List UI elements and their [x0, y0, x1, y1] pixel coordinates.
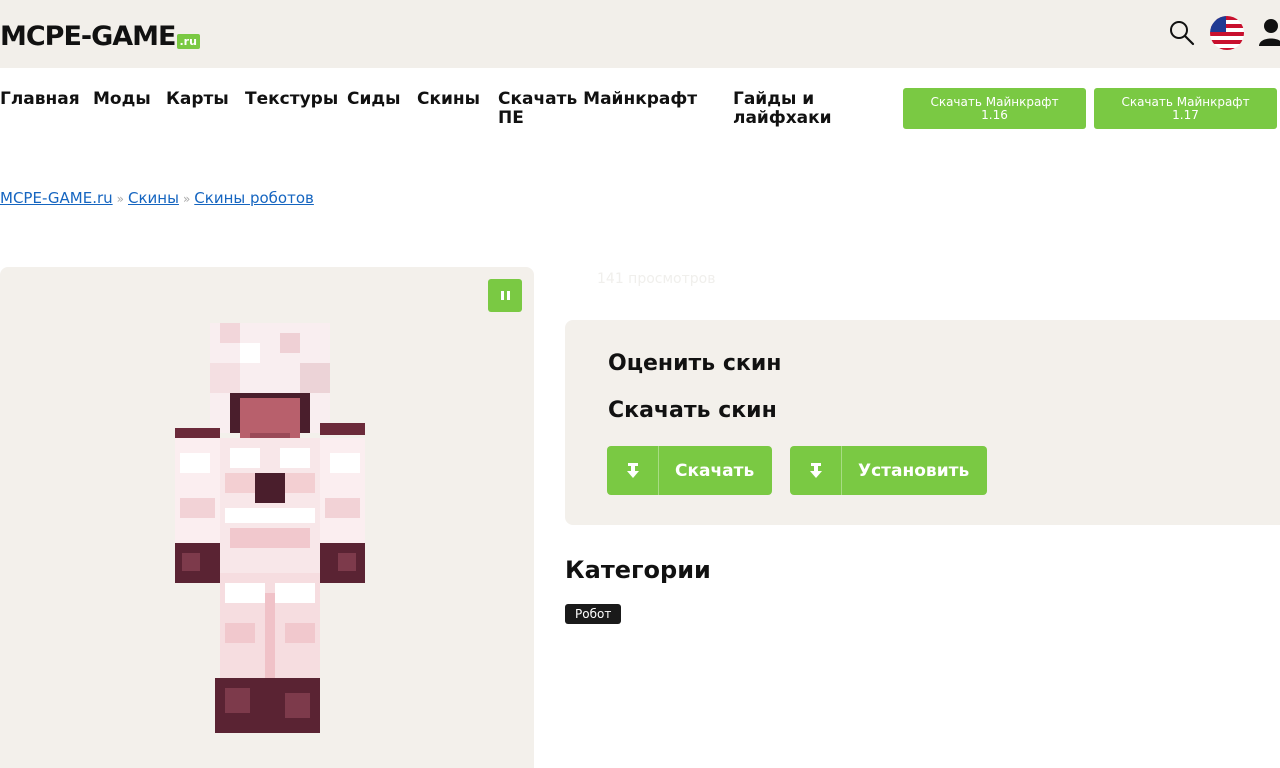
logo-suffix: .ru	[176, 34, 200, 49]
download-icon	[607, 446, 659, 495]
nav-item-skins[interactable]: Скины	[417, 90, 480, 109]
nav-item-mods[interactable]: Моды	[93, 90, 151, 109]
download-button[interactable]: Скачать	[607, 446, 773, 495]
breadcrumb: MCPE-GAME.ru» Скины» Скины роботов	[0, 189, 314, 207]
skin-preview[interactable]	[0, 267, 534, 768]
button-label: Скачать Майнкрафт	[1121, 94, 1250, 109]
rate-skin-title: Оценить скин	[608, 351, 782, 376]
header: MCPE-GAME .ru	[0, 0, 1280, 68]
download-button-label: Скачать	[675, 460, 755, 481]
us-flag-icon[interactable]	[1210, 16, 1244, 50]
nav-item-maps[interactable]: Карты	[166, 90, 229, 109]
nav-item-guides[interactable]: Гайды и лайфхаки	[733, 90, 843, 128]
nav-item-seeds[interactable]: Сиды	[347, 90, 401, 109]
download-icon	[790, 446, 842, 495]
logo-text: MCPE-GAME	[0, 21, 176, 52]
install-button-label: Установить	[858, 460, 970, 481]
button-label: Скачать Майнкрафт	[930, 94, 1059, 109]
button-version: 1.16	[981, 107, 1008, 122]
site-logo[interactable]: MCPE-GAME .ru	[0, 18, 200, 52]
search-icon[interactable]	[1168, 19, 1196, 47]
nav-item-textures[interactable]: Текстуры	[245, 90, 338, 109]
skin-model-image	[175, 323, 365, 733]
nav-item-download-mcpe[interactable]: Скачать Майнкрафт ПЕ	[498, 90, 698, 128]
skin-actions-card: Оценить скин Скачать скин Скачать Устано…	[565, 320, 1280, 525]
breadcrumb-home-link[interactable]: MCPE-GAME.ru	[0, 189, 113, 207]
button-version: 1.17	[1172, 107, 1199, 122]
categories-title: Категории	[565, 556, 711, 584]
install-button[interactable]: Установить	[790, 446, 988, 495]
breadcrumb-separator: »	[116, 192, 124, 206]
header-actions	[1168, 16, 1280, 50]
views-count: 141 просмотров	[597, 271, 716, 287]
download-minecraft-116-button[interactable]: Скачать Майнкрафт 1.16	[903, 88, 1086, 129]
category-tag-robot[interactable]: Робот	[565, 604, 622, 624]
user-icon[interactable]	[1258, 16, 1280, 50]
breadcrumb-robot-skins-link[interactable]: Скины роботов	[194, 189, 314, 207]
nav-item-home[interactable]: Главная	[0, 90, 80, 109]
pause-icon[interactable]	[488, 279, 522, 312]
breadcrumb-separator: »	[182, 192, 191, 206]
download-minecraft-117-button[interactable]: Скачать Майнкрафт 1.17	[1094, 88, 1277, 129]
download-skin-title: Скачать скин	[608, 398, 777, 423]
breadcrumb-skins-link[interactable]: Скины	[128, 189, 179, 207]
